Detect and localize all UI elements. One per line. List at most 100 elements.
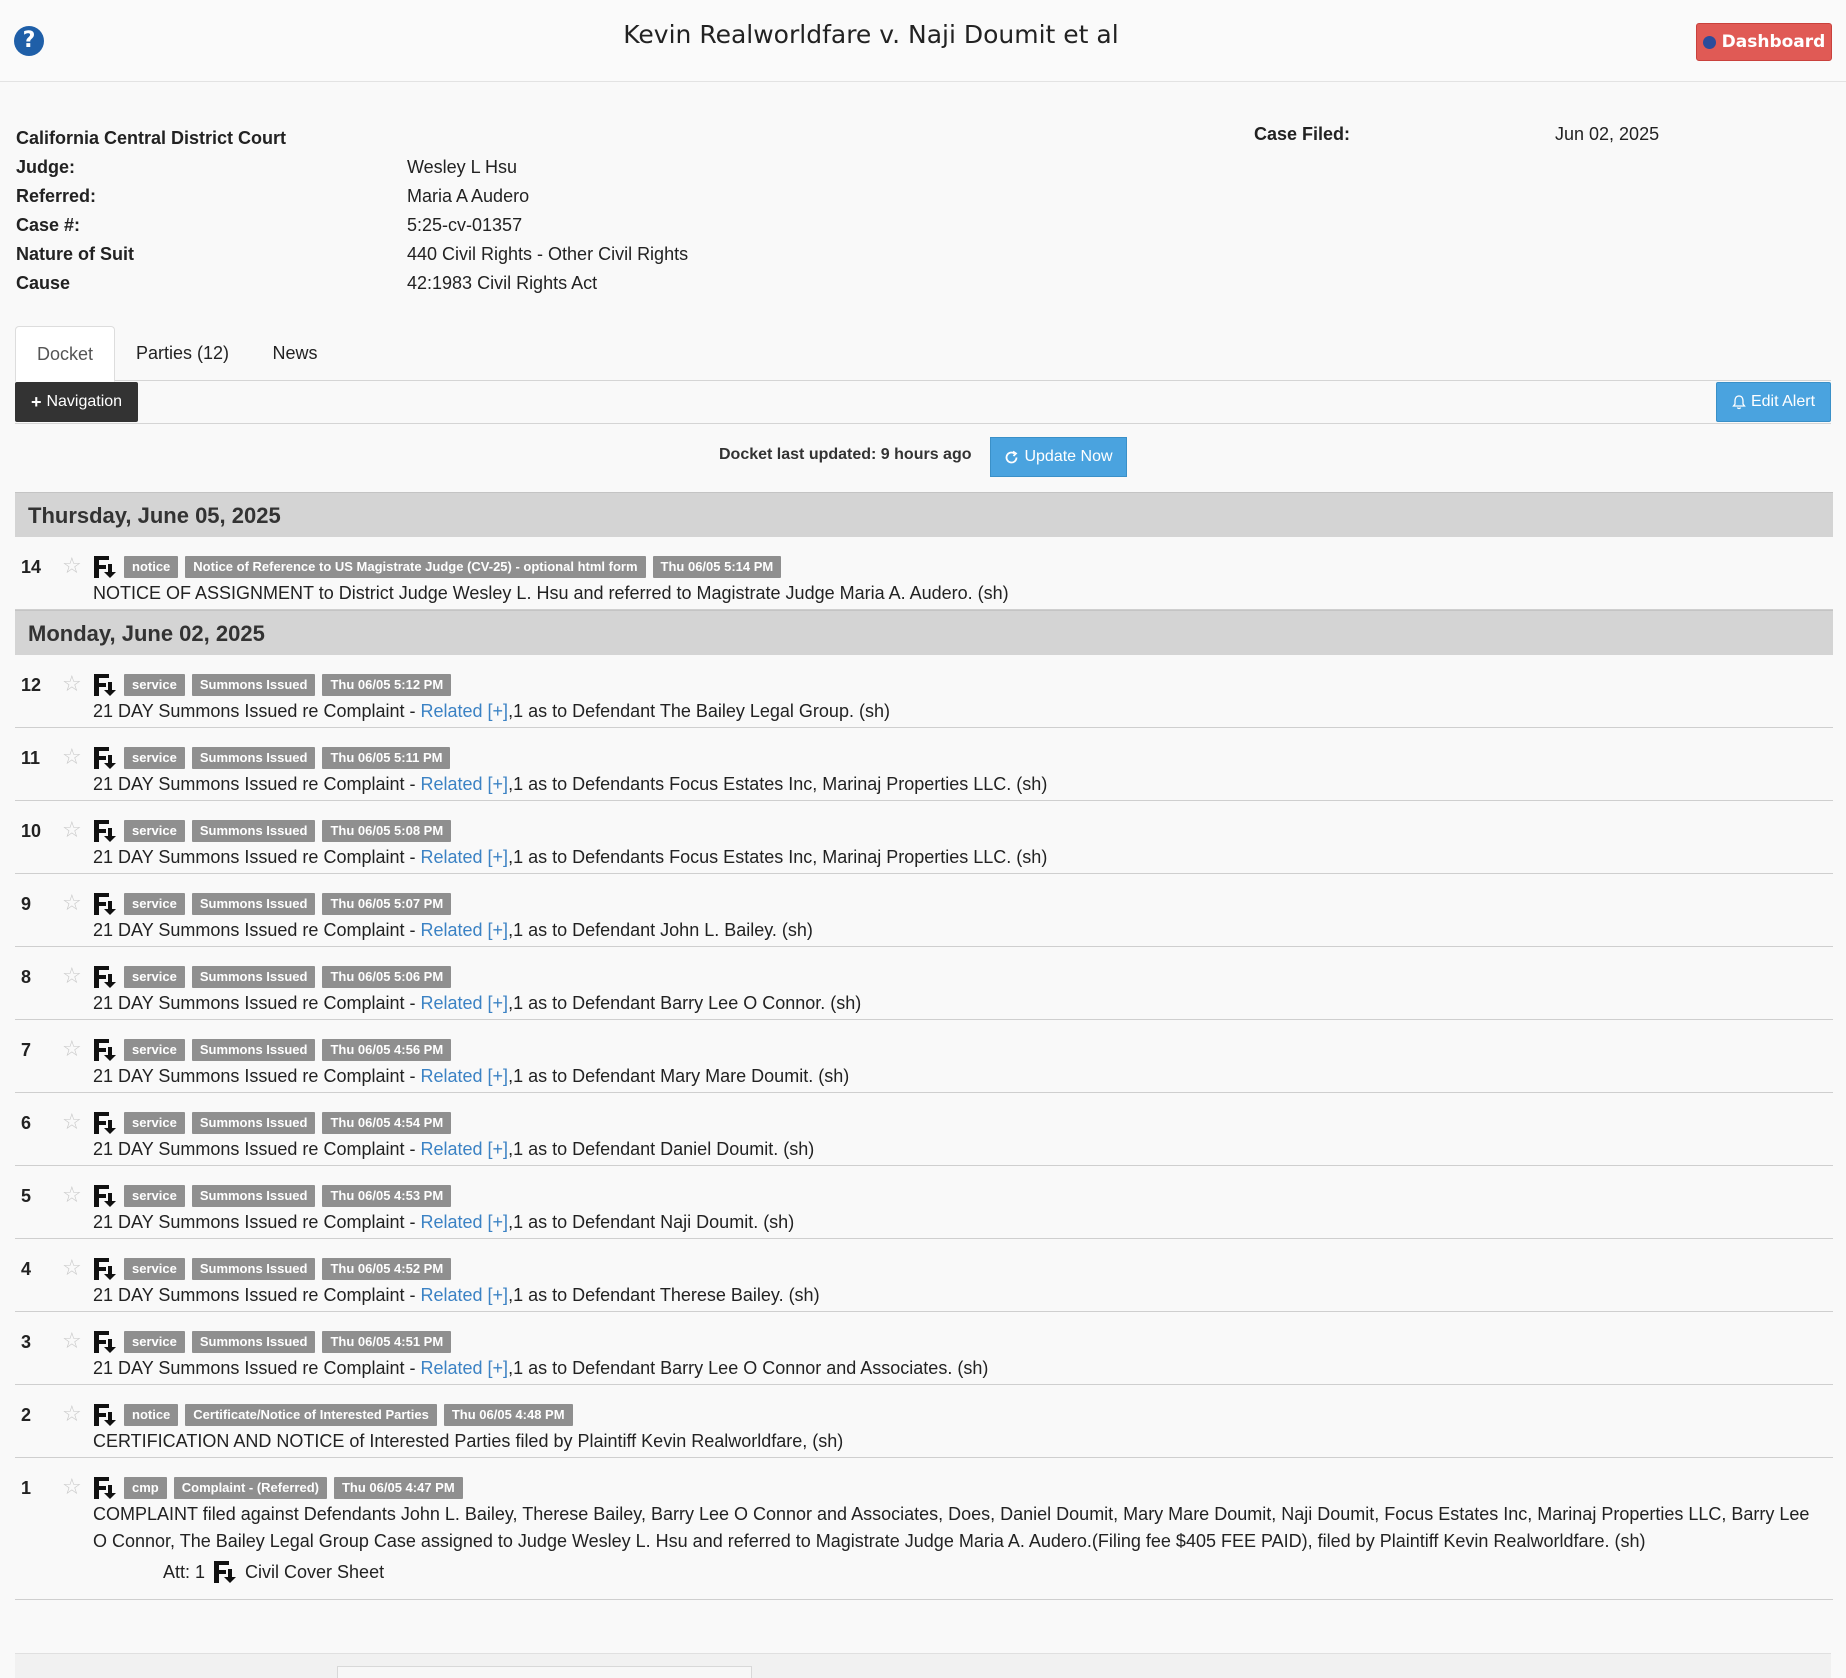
entry-category-badge: Summons Issued [191,1258,316,1280]
entry-number: 2 [21,1405,32,1425]
star-icon[interactable]: ☆ [62,1330,82,1354]
star-icon[interactable]: ☆ [62,965,82,989]
docket-entry: 14 ☆ notice Notice of Reference to US Magis… [15,537,1833,610]
dashboard-button[interactable]: Dashboard [1696,23,1832,61]
navigation-button[interactable]: + Navigation [15,382,138,422]
related-expand-link[interactable]: [+] [488,847,509,867]
docket-entry: 8 ☆ service Summons Issued Thu 06/05 5:06 PM… [15,947,1833,1020]
entry-tags: notice Certificate/Notice of Interested P… [93,1402,573,1428]
star-icon[interactable]: ☆ [62,1038,82,1062]
star-icon[interactable]: ☆ [62,1403,82,1427]
star-icon[interactable]: ☆ [62,1476,82,1500]
refresh-icon [1006,450,1018,463]
entry-category-badge: Summons Issued [191,674,316,696]
star-icon[interactable]: ☆ [62,1184,82,1208]
star-icon[interactable]: ☆ [62,555,82,579]
referred-label: Referred: [16,186,97,206]
docket-entry: 12 ☆ service Summons Issued Thu 06/05 5:12 P… [15,655,1833,728]
related-expand-link[interactable]: [+] [488,1285,509,1305]
star-icon[interactable]: ☆ [62,819,82,843]
entry-description: 21 DAY Summons Issued re Complaint - Rel… [93,1212,795,1232]
edit-alert-button[interactable]: Edit Alert [1716,382,1831,422]
entry-description: 21 DAY Summons Issued re Complaint - Rel… [93,701,890,721]
related-link[interactable]: Related [420,774,482,794]
related-expand-link[interactable]: [+] [488,1139,509,1159]
star-icon[interactable]: ☆ [62,892,82,916]
document-download-icon[interactable] [93,1038,117,1062]
docket-update-row: Docket last updated: 9 hours ago Update … [15,436,1831,478]
docket-entry: 2 ☆ notice Certificate/Notice of Interested… [15,1385,1833,1458]
document-download-icon[interactable] [93,1257,117,1281]
document-download-icon[interactable] [93,746,117,770]
star-icon[interactable]: ☆ [62,673,82,697]
update-now-button[interactable]: Update Now [990,437,1127,477]
entry-type-badge: service [124,747,185,769]
document-download-icon[interactable] [93,965,117,989]
navigation-label: Navigation [46,393,123,410]
entry-type-badge: notice [124,1404,179,1426]
judge-value: Wesley L Hsu [407,157,518,177]
docket-entry: 10 ☆ service Summons Issued Thu 06/05 5:08 P… [15,801,1833,874]
entry-time-badge: Thu 06/05 5:06 PM [322,966,452,988]
entry-description: NOTICE OF ASSIGNMENT to District Judge W… [93,583,1009,603]
document-download-icon[interactable] [93,1111,117,1135]
tab-parties[interactable]: Parties (12) [115,326,250,381]
tab-docket[interactable]: Docket [15,326,115,382]
related-link[interactable]: Related [420,1139,482,1159]
related-expand-link[interactable]: [+] [488,1358,509,1378]
star-icon[interactable]: ☆ [62,1111,82,1135]
entry-description: 21 DAY Summons Issued re Complaint - Rel… [93,1139,815,1159]
docket-entry: 9 ☆ service Summons Issued Thu 06/05 5:07 PM… [15,874,1833,947]
case-info-values: Wesley L Hsu Maria A Audero 5:25-cv-0135… [407,153,688,298]
related-expand-link[interactable]: [+] [488,1212,509,1232]
case-number-label: Case #: [16,215,81,235]
entry-number: 6 [21,1113,32,1133]
star-icon[interactable]: ☆ [62,1257,82,1281]
attachment-name[interactable]: Civil Cover Sheet [245,1562,384,1583]
entry-number: 1 [21,1478,32,1498]
related-link[interactable]: Related [420,1212,482,1232]
related-expand-link[interactable]: [+] [488,774,509,794]
related-link[interactable]: Related [420,1285,482,1305]
document-download-icon[interactable] [93,1330,117,1354]
related-link[interactable]: Related [420,847,482,867]
footer-panel [337,1666,752,1678]
entry-number: 14 [21,557,42,577]
related-link[interactable]: Related [420,701,482,721]
related-link[interactable]: Related [420,920,482,940]
related-link[interactable]: Related [420,993,482,1013]
entry-tags: service Summons Issued Thu 06/05 5:07 PM [93,891,452,917]
related-link[interactable]: Related [420,1066,482,1086]
entry-description: 21 DAY Summons Issued re Complaint - Rel… [93,993,862,1013]
document-download-icon[interactable] [93,1476,117,1500]
case-number-value: 5:25-cv-01357 [407,215,523,235]
related-expand-link[interactable]: [+] [488,1066,509,1086]
docket-entry: 6 ☆ service Summons Issued Thu 06/05 4:54 PM… [15,1093,1833,1166]
entry-time-badge: Thu 06/05 5:07 PM [322,893,452,915]
document-download-icon[interactable] [93,892,117,916]
related-expand-link[interactable]: [+] [488,920,509,940]
document-download-icon[interactable] [213,1560,237,1584]
docket-entry: 11 ☆ service Summons Issued Thu 06/05 5:11 P… [15,728,1833,801]
entry-number: 12 [21,675,42,695]
entry-time-badge: Thu 06/05 4:47 PM [333,1477,463,1499]
related-expand-link[interactable]: [+] [488,701,509,721]
entry-type-badge: service [124,674,185,696]
entry-category-badge: Complaint - (Referred) [173,1477,327,1499]
referred-value: Maria A Audero [407,186,530,206]
document-download-icon[interactable] [93,1184,117,1208]
related-expand-link[interactable]: [+] [488,993,509,1013]
document-download-icon[interactable] [93,819,117,843]
document-download-icon[interactable] [93,1403,117,1427]
entry-time-badge: Thu 06/05 5:08 PM [322,820,452,842]
document-download-icon[interactable] [93,555,117,579]
entry-time-badge: Thu 06/05 4:51 PM [322,1331,452,1353]
document-download-icon[interactable] [93,673,117,697]
related-link[interactable]: Related [420,1358,482,1378]
entry-time-badge: Thu 06/05 5:12 PM [322,674,452,696]
cause-label: Cause [16,273,71,293]
tab-news[interactable]: News [250,326,340,381]
star-icon[interactable]: ☆ [62,746,82,770]
entry-category-badge: Notice of Reference to US Magistrate Jud… [185,556,646,578]
entry-time-badge: Thu 06/05 5:11 PM [322,747,451,769]
